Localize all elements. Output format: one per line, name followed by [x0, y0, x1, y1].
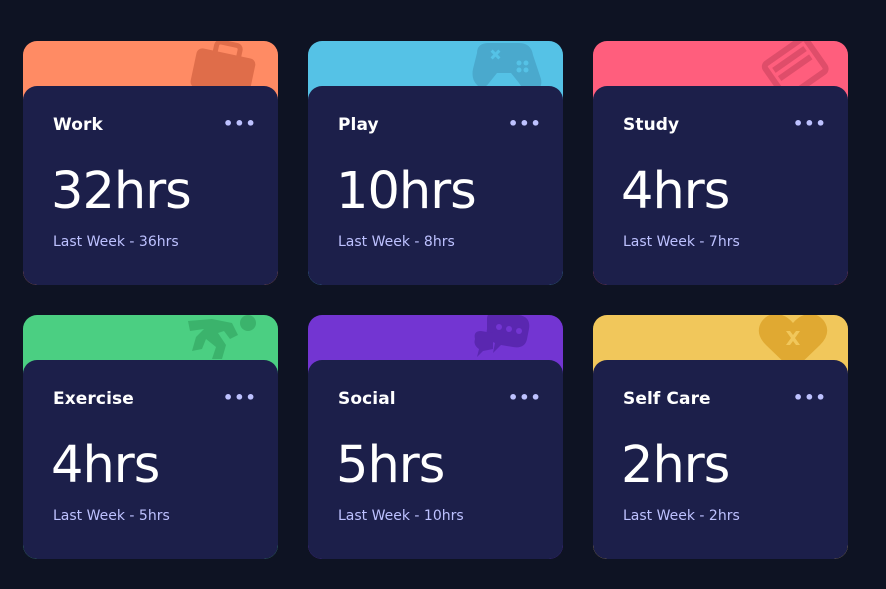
card-play: Play ••• 10hrs Last Week - 8hrs [308, 41, 563, 285]
previous-hours: Last Week - 5hrs [53, 508, 170, 524]
card-title: Play [338, 115, 379, 135]
card-title: Study [623, 115, 680, 135]
more-options-button[interactable]: ••• [793, 114, 826, 134]
card-title: Exercise [53, 389, 134, 409]
previous-hours: Last Week - 10hrs [338, 508, 464, 524]
card-title: Self Care [623, 389, 711, 409]
card-self-care: Self Care ••• 2hrs Last Week - 2hrs [593, 315, 848, 559]
previous-hours: Last Week - 7hrs [623, 234, 740, 250]
more-options-button[interactable]: ••• [793, 388, 826, 408]
card-panel: Play ••• 10hrs Last Week - 8hrs [308, 86, 563, 285]
current-hours: 5hrs [336, 436, 445, 495]
previous-hours: Last Week - 2hrs [623, 508, 740, 524]
previous-hours: Last Week - 36hrs [53, 234, 179, 250]
card-panel: Self Care ••• 2hrs Last Week - 2hrs [593, 360, 848, 559]
more-options-button[interactable]: ••• [508, 114, 541, 134]
current-hours: 10hrs [336, 162, 477, 221]
dashboard-grid: Work ••• 32hrs Last Week - 36hrs Play ••… [0, 0, 886, 589]
current-hours: 4hrs [51, 436, 160, 495]
card-panel: Work ••• 32hrs Last Week - 36hrs [23, 86, 278, 285]
more-options-button[interactable]: ••• [223, 114, 256, 134]
current-hours: 2hrs [621, 436, 730, 495]
card-study: Study ••• 4hrs Last Week - 7hrs [593, 41, 848, 285]
card-work: Work ••• 32hrs Last Week - 36hrs [23, 41, 278, 285]
current-hours: 4hrs [621, 162, 730, 221]
card-panel: Social ••• 5hrs Last Week - 10hrs [308, 360, 563, 559]
card-social: Social ••• 5hrs Last Week - 10hrs [308, 315, 563, 559]
current-hours: 32hrs [51, 162, 192, 221]
more-options-button[interactable]: ••• [223, 388, 256, 408]
card-exercise: Exercise ••• 4hrs Last Week - 5hrs [23, 315, 278, 559]
card-title: Work [53, 115, 103, 135]
previous-hours: Last Week - 8hrs [338, 234, 455, 250]
card-title: Social [338, 389, 396, 409]
card-panel: Study ••• 4hrs Last Week - 7hrs [593, 86, 848, 285]
card-panel: Exercise ••• 4hrs Last Week - 5hrs [23, 360, 278, 559]
more-options-button[interactable]: ••• [508, 388, 541, 408]
